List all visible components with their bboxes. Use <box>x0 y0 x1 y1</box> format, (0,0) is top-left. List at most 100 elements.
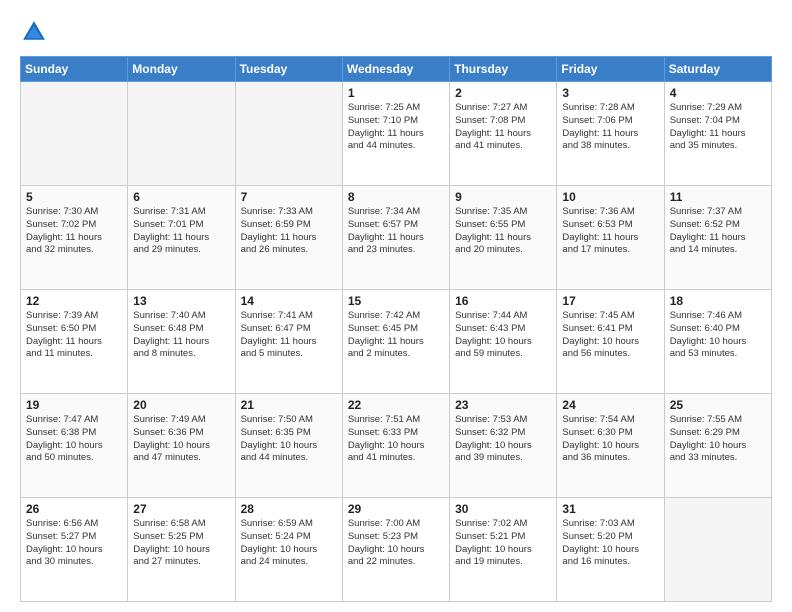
calendar-day-cell: 28 Sunrise: 6:59 AM Sunset: 5:24 PM Dayli… <box>235 498 342 602</box>
calendar-day-cell: 19 Sunrise: 7:47 AM Sunset: 6:38 PM Dayli… <box>21 394 128 498</box>
calendar-day-cell: 8 Sunrise: 7:34 AM Sunset: 6:57 PM Daylig… <box>342 186 449 290</box>
day-info: Sunrise: 7:34 AM Sunset: 6:57 PM Dayligh… <box>348 206 444 257</box>
calendar-day-cell: 29 Sunrise: 7:00 AM Sunset: 5:23 PM Dayli… <box>342 498 449 602</box>
day-info: Sunrise: 7:30 AM Sunset: 7:02 PM Dayligh… <box>26 206 122 257</box>
weekday-header: Tuesday <box>235 57 342 82</box>
calendar-day-cell: 26 Sunrise: 6:56 AM Sunset: 5:27 PM Dayli… <box>21 498 128 602</box>
weekday-header: Wednesday <box>342 57 449 82</box>
day-info: Sunrise: 7:29 AM Sunset: 7:04 PM Dayligh… <box>670 102 766 153</box>
day-number: 13 <box>133 294 229 308</box>
day-number: 24 <box>562 398 658 412</box>
day-number: 19 <box>26 398 122 412</box>
day-info: Sunrise: 6:58 AM Sunset: 5:25 PM Dayligh… <box>133 518 229 569</box>
day-info: Sunrise: 7:55 AM Sunset: 6:29 PM Dayligh… <box>670 414 766 465</box>
calendar-day-cell: 3 Sunrise: 7:28 AM Sunset: 7:06 PM Daylig… <box>557 82 664 186</box>
calendar-week-row: 12 Sunrise: 7:39 AM Sunset: 6:50 PM Dayli… <box>21 290 772 394</box>
calendar-day-cell: 4 Sunrise: 7:29 AM Sunset: 7:04 PM Daylig… <box>664 82 771 186</box>
calendar-day-cell <box>235 82 342 186</box>
calendar-day-cell <box>128 82 235 186</box>
day-info: Sunrise: 7:31 AM Sunset: 7:01 PM Dayligh… <box>133 206 229 257</box>
calendar-day-cell: 15 Sunrise: 7:42 AM Sunset: 6:45 PM Dayli… <box>342 290 449 394</box>
calendar-day-cell: 16 Sunrise: 7:44 AM Sunset: 6:43 PM Dayli… <box>450 290 557 394</box>
calendar-day-cell: 12 Sunrise: 7:39 AM Sunset: 6:50 PM Dayli… <box>21 290 128 394</box>
day-number: 21 <box>241 398 337 412</box>
day-number: 12 <box>26 294 122 308</box>
day-info: Sunrise: 7:54 AM Sunset: 6:30 PM Dayligh… <box>562 414 658 465</box>
calendar-week-row: 5Sunrise: 7:30 AM Sunset: 7:02 PM Daylig… <box>21 186 772 290</box>
calendar-day-cell: 23 Sunrise: 7:53 AM Sunset: 6:32 PM Dayli… <box>450 394 557 498</box>
calendar-day-cell: 1 Sunrise: 7:25 AM Sunset: 7:10 PM Daylig… <box>342 82 449 186</box>
calendar-day-cell: 31 Sunrise: 7:03 AM Sunset: 5:20 PM Dayli… <box>557 498 664 602</box>
day-number: 14 <box>241 294 337 308</box>
day-info: Sunrise: 7:45 AM Sunset: 6:41 PM Dayligh… <box>562 310 658 361</box>
day-info: Sunrise: 7:02 AM Sunset: 5:21 PM Dayligh… <box>455 518 551 569</box>
day-info: Sunrise: 7:47 AM Sunset: 6:38 PM Dayligh… <box>26 414 122 465</box>
day-number: 15 <box>348 294 444 308</box>
day-number: 23 <box>455 398 551 412</box>
calendar-day-cell <box>664 498 771 602</box>
day-number: 1 <box>348 86 444 100</box>
day-number: 7 <box>241 190 337 204</box>
calendar-day-cell: 17 Sunrise: 7:45 AM Sunset: 6:41 PM Dayli… <box>557 290 664 394</box>
calendar-day-cell: 27Sunrise: 6:58 AM Sunset: 5:25 PM Dayli… <box>128 498 235 602</box>
day-number: 31 <box>562 502 658 516</box>
day-number: 2 <box>455 86 551 100</box>
day-number: 4 <box>670 86 766 100</box>
calendar-day-cell: 6 Sunrise: 7:31 AM Sunset: 7:01 PM Daylig… <box>128 186 235 290</box>
day-info: Sunrise: 7:39 AM Sunset: 6:50 PM Dayligh… <box>26 310 122 361</box>
day-info: Sunrise: 7:44 AM Sunset: 6:43 PM Dayligh… <box>455 310 551 361</box>
calendar-day-cell <box>21 82 128 186</box>
day-info: Sunrise: 7:28 AM Sunset: 7:06 PM Dayligh… <box>562 102 658 153</box>
calendar-week-row: 1 Sunrise: 7:25 AM Sunset: 7:10 PM Daylig… <box>21 82 772 186</box>
calendar-day-cell: 13 Sunrise: 7:40 AM Sunset: 6:48 PM Dayli… <box>128 290 235 394</box>
calendar-day-cell: 22Sunrise: 7:51 AM Sunset: 6:33 PM Dayli… <box>342 394 449 498</box>
day-info: Sunrise: 7:25 AM Sunset: 7:10 PM Dayligh… <box>348 102 444 153</box>
calendar-week-row: 19 Sunrise: 7:47 AM Sunset: 6:38 PM Dayli… <box>21 394 772 498</box>
day-info: Sunrise: 7:53 AM Sunset: 6:32 PM Dayligh… <box>455 414 551 465</box>
day-number: 9 <box>455 190 551 204</box>
day-info: Sunrise: 7:46 AM Sunset: 6:40 PM Dayligh… <box>670 310 766 361</box>
day-number: 26 <box>26 502 122 516</box>
day-number: 6 <box>133 190 229 204</box>
calendar-day-cell: 2 Sunrise: 7:27 AM Sunset: 7:08 PM Daylig… <box>450 82 557 186</box>
weekday-header: Sunday <box>21 57 128 82</box>
weekday-header: Thursday <box>450 57 557 82</box>
day-number: 30 <box>455 502 551 516</box>
weekday-header: Friday <box>557 57 664 82</box>
calendar-day-cell: 24 Sunrise: 7:54 AM Sunset: 6:30 PM Dayli… <box>557 394 664 498</box>
calendar: SundayMondayTuesdayWednesdayThursdayFrid… <box>20 56 772 602</box>
calendar-day-cell: 30 Sunrise: 7:02 AM Sunset: 5:21 PM Dayli… <box>450 498 557 602</box>
calendar-day-cell: 25Sunrise: 7:55 AM Sunset: 6:29 PM Dayli… <box>664 394 771 498</box>
calendar-day-cell: 7 Sunrise: 7:33 AM Sunset: 6:59 PM Daylig… <box>235 186 342 290</box>
day-info: Sunrise: 7:00 AM Sunset: 5:23 PM Dayligh… <box>348 518 444 569</box>
day-info: Sunrise: 7:33 AM Sunset: 6:59 PM Dayligh… <box>241 206 337 257</box>
day-number: 3 <box>562 86 658 100</box>
day-number: 29 <box>348 502 444 516</box>
day-number: 28 <box>241 502 337 516</box>
day-info: Sunrise: 6:56 AM Sunset: 5:27 PM Dayligh… <box>26 518 122 569</box>
day-info: Sunrise: 7:40 AM Sunset: 6:48 PM Dayligh… <box>133 310 229 361</box>
day-info: Sunrise: 7:36 AM Sunset: 6:53 PM Dayligh… <box>562 206 658 257</box>
day-info: Sunrise: 7:42 AM Sunset: 6:45 PM Dayligh… <box>348 310 444 361</box>
day-info: Sunrise: 7:49 AM Sunset: 6:36 PM Dayligh… <box>133 414 229 465</box>
calendar-week-row: 26 Sunrise: 6:56 AM Sunset: 5:27 PM Dayli… <box>21 498 772 602</box>
calendar-day-cell: 11Sunrise: 7:37 AM Sunset: 6:52 PM Dayli… <box>664 186 771 290</box>
day-number: 11 <box>670 190 766 204</box>
calendar-day-cell: 10 Sunrise: 7:36 AM Sunset: 6:53 PM Dayli… <box>557 186 664 290</box>
calendar-day-cell: 20 Sunrise: 7:49 AM Sunset: 6:36 PM Dayli… <box>128 394 235 498</box>
calendar-day-cell: 18 Sunrise: 7:46 AM Sunset: 6:40 PM Dayli… <box>664 290 771 394</box>
day-info: Sunrise: 6:59 AM Sunset: 5:24 PM Dayligh… <box>241 518 337 569</box>
weekday-header: Saturday <box>664 57 771 82</box>
day-number: 16 <box>455 294 551 308</box>
day-number: 8 <box>348 190 444 204</box>
calendar-day-cell: 9Sunrise: 7:35 AM Sunset: 6:55 PM Daylig… <box>450 186 557 290</box>
calendar-day-cell: 21 Sunrise: 7:50 AM Sunset: 6:35 PM Dayli… <box>235 394 342 498</box>
day-number: 17 <box>562 294 658 308</box>
day-number: 20 <box>133 398 229 412</box>
day-info: Sunrise: 7:03 AM Sunset: 5:20 PM Dayligh… <box>562 518 658 569</box>
day-info: Sunrise: 7:27 AM Sunset: 7:08 PM Dayligh… <box>455 102 551 153</box>
day-number: 18 <box>670 294 766 308</box>
day-info: Sunrise: 7:41 AM Sunset: 6:47 PM Dayligh… <box>241 310 337 361</box>
day-info: Sunrise: 7:50 AM Sunset: 6:35 PM Dayligh… <box>241 414 337 465</box>
day-number: 10 <box>562 190 658 204</box>
